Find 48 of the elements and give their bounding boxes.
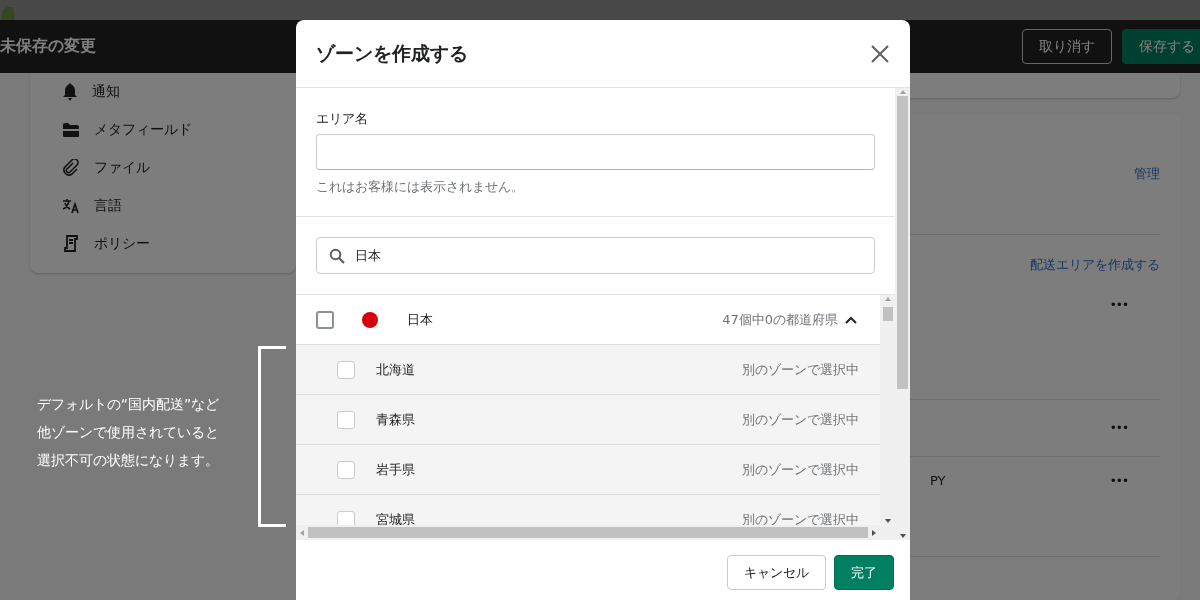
done-button[interactable]: 完了 xyxy=(834,555,894,590)
sidebar-item[interactable]: メタフィールド xyxy=(46,111,280,149)
flag-icon xyxy=(362,311,378,328)
region-name: 宮城県 xyxy=(376,510,415,525)
more-actions-button[interactable]: ••• xyxy=(1103,473,1134,489)
dialog-title: ゾーンを作成する xyxy=(316,40,468,66)
horizontal-scrollbar[interactable] xyxy=(296,525,895,540)
save-button[interactable]: 保存する xyxy=(1122,29,1200,64)
manage-link[interactable]: 管理 xyxy=(1134,165,1160,183)
scrollbar-thumb[interactable] xyxy=(897,96,908,389)
country-name: 日本 xyxy=(407,310,433,329)
annotation-text: デフォルトの“国内配送”など xyxy=(36,395,220,414)
search-field[interactable]: 日本 xyxy=(316,237,875,274)
field-label: エリア名 xyxy=(316,110,369,128)
help-text: これはお客様には表示されません。 xyxy=(316,178,525,196)
region-status: 別のゾーンで選択中 xyxy=(742,460,859,479)
currency-text: PY xyxy=(930,473,946,488)
sidebar-item[interactable]: ポリシー xyxy=(46,225,280,263)
region-name: 岩手県 xyxy=(376,460,415,479)
annotation-text: 他ゾーンで使用されていると xyxy=(37,423,219,442)
more-actions-button[interactable]: ••• xyxy=(1103,297,1134,313)
translate-icon xyxy=(62,198,80,214)
annotation-text: 選択不可の状態になります。 xyxy=(37,451,219,470)
create-zone-link[interactable]: 配送エリアを作成する xyxy=(1030,256,1160,274)
bell-icon xyxy=(62,83,78,101)
scrollbar-thumb[interactable] xyxy=(308,527,868,538)
more-actions-button[interactable]: ••• xyxy=(1103,420,1134,436)
cancel-button[interactable]: キャンセル xyxy=(727,555,826,590)
region-status: 別のゾーンで選択中 xyxy=(742,510,859,525)
sidebar-item[interactable]: ファイル xyxy=(46,149,280,187)
region-status: 別のゾーンで選択中 xyxy=(742,360,859,379)
search-icon xyxy=(329,247,345,264)
region-name: 北海道 xyxy=(376,360,415,379)
region-count: 47個中0の都道府県 xyxy=(722,310,838,329)
checkbox[interactable] xyxy=(316,310,334,329)
area-name-field[interactable] xyxy=(316,134,875,170)
scroll-icon xyxy=(62,235,80,253)
paperclip-icon xyxy=(62,159,80,177)
save-bar-title: 未保存の変更 xyxy=(0,36,96,57)
discard-button[interactable]: 取り消す xyxy=(1022,29,1112,64)
sidebar-item[interactable]: 通知 xyxy=(46,73,280,111)
folder-icon xyxy=(62,122,80,138)
region-status: 別のゾーンで選択中 xyxy=(742,410,859,429)
close-button[interactable] xyxy=(870,43,890,64)
sidebar-item[interactable]: 言語 xyxy=(46,187,280,225)
scrollbar-thumb[interactable] xyxy=(882,307,893,321)
region-name: 青森県 xyxy=(376,410,415,429)
dialog-scrollbar[interactable] xyxy=(895,88,910,540)
